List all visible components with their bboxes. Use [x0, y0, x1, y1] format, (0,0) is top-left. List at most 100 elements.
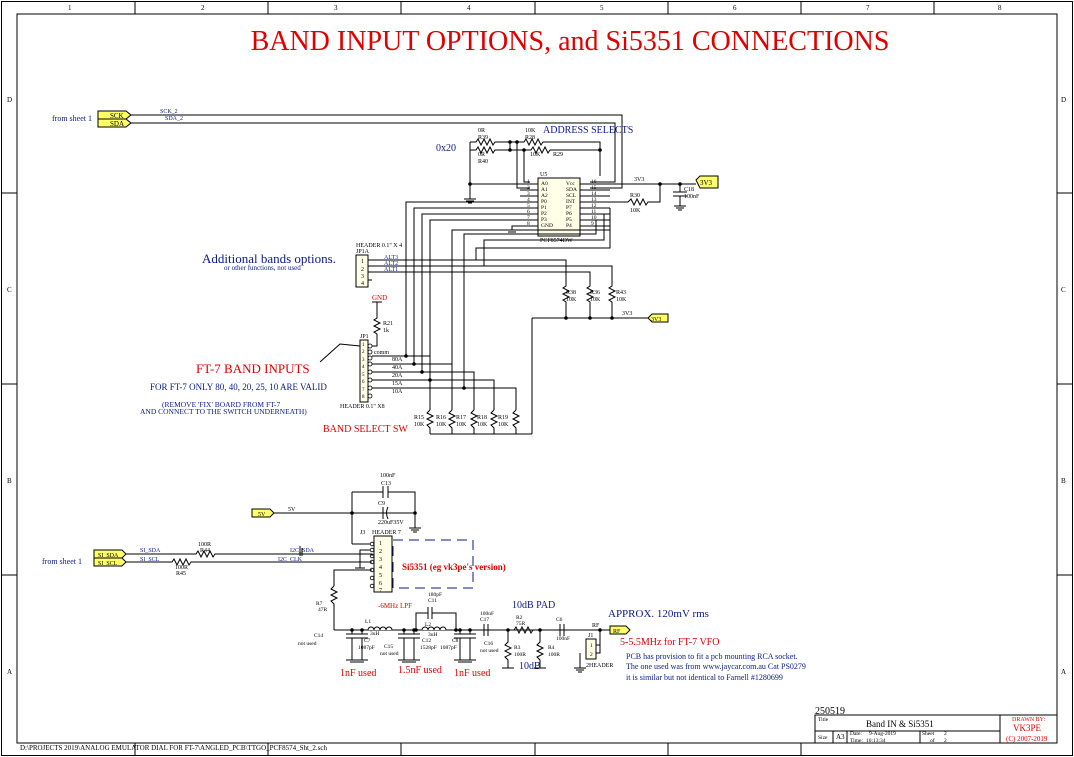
approx-label: APPROX. 120mV rms	[608, 608, 709, 620]
si-i2c-wires	[126, 546, 373, 567]
c13-value: 100nF	[380, 473, 396, 479]
time-label: Time:	[850, 738, 863, 744]
r3-ref: R3	[514, 645, 521, 651]
r43-value: 10K	[616, 297, 627, 303]
r38-value: 10K	[566, 297, 577, 303]
drawing-title: Band IN & Si5351	[866, 719, 934, 729]
sheet-label: Sheet	[922, 731, 935, 737]
svg-text:SI_SCL: SI_SCL	[98, 561, 118, 567]
net-sda2: SDA_2	[165, 116, 183, 122]
r38-ref: R38	[566, 290, 576, 296]
svg-text:U5: U5	[540, 172, 547, 178]
date-value: 9-Aug-2019	[869, 731, 896, 737]
lpf-label: -6MHz LPF	[378, 602, 412, 610]
port-3v3-mid: 3V3	[647, 313, 669, 323]
r19-ref: R19	[498, 415, 508, 421]
of-label: of	[930, 737, 935, 744]
schematic-drawing: 1 2 3 4 5 6 7 8 D C B A D C B A BAND INP…	[1, 1, 1073, 756]
address-selects-label: ADDRESS SELECTS	[543, 125, 633, 136]
jp1a-pin: 4	[361, 281, 364, 287]
size-label: Size	[818, 735, 828, 741]
c7-value: 1087pF	[358, 645, 375, 651]
svg-text:6: 6	[379, 581, 382, 587]
row-label: A	[1061, 668, 1066, 676]
c8-ref: C8	[452, 638, 459, 644]
r19-value: 10K	[498, 422, 509, 428]
schematic-sheet: { "title": "BAND INPUT OPTIONS, and Si53…	[0, 0, 1074, 757]
col-label: 6	[733, 4, 737, 12]
c12-value: 1528pF	[420, 645, 437, 651]
svg-text:4: 4	[379, 565, 382, 571]
row-label: C	[1061, 286, 1066, 294]
r21-ref: R21	[383, 321, 393, 327]
c9-value: 220uF35V	[378, 520, 404, 526]
net-si-sda: SI_SDA	[140, 548, 161, 554]
col-label: 2	[201, 4, 205, 12]
col-label: 1	[68, 4, 72, 12]
r44-ref: R44	[200, 548, 210, 554]
svg-text:RF: RF	[613, 629, 621, 635]
net-sck2: SCK_2	[160, 109, 178, 115]
net-3v3-mid: 3V3	[622, 311, 632, 317]
pad10-label: 10dB PAD	[512, 600, 555, 611]
r45-ref: R45	[176, 571, 186, 577]
row-label: A	[7, 668, 12, 676]
c8-value: 1087pF	[440, 645, 457, 651]
row-label: B	[1061, 477, 1066, 485]
r4-value: 100R	[548, 652, 560, 658]
jp1a-pin: 1	[361, 259, 364, 265]
r18-value: 10K	[477, 422, 488, 428]
r17-value: 10K	[456, 422, 467, 428]
l2-ref: L2	[425, 622, 431, 628]
file-path: D:\PROJECTS 2019\ANALOG EMULATOR DIAL FO…	[20, 744, 327, 752]
vfo-label: 5-5.5MHz for FT-7 VFO	[620, 637, 719, 648]
r43-ref: R43	[616, 290, 626, 296]
c11-value: 180pF	[428, 592, 442, 598]
row-label: D	[7, 96, 12, 104]
svg-text:GND: GND	[541, 223, 553, 229]
row-label: D	[1061, 96, 1066, 104]
net-40a: 40A	[392, 365, 403, 371]
row-label: B	[7, 477, 12, 485]
c12-ref: C12	[422, 638, 431, 644]
svg-text:1: 1	[590, 643, 593, 649]
pcb-note-2: The one used was from www.jaycar.com.au …	[626, 662, 806, 671]
from-sheet-1-si-label: from sheet 1	[42, 557, 82, 566]
l1-ref: L1	[365, 619, 371, 625]
net-rf: RF	[592, 623, 600, 629]
c15-ref: C15	[384, 644, 393, 650]
c18-value: 100nF	[684, 194, 700, 200]
c9-ref: C9	[378, 501, 385, 507]
sheet-title: BAND INPUT OPTIONS, and Si5351 CONNECTIO…	[251, 26, 890, 57]
r17-ref: R17	[456, 415, 466, 421]
r15-value: 10K	[414, 422, 425, 428]
c17-ref: C17	[480, 617, 489, 623]
svg-text:2HEADER: 2HEADER	[586, 663, 613, 669]
net-15a: 15A	[392, 381, 403, 387]
c16-value: not used	[480, 648, 499, 654]
j3-pins: 1 2 3 4 5 6 7	[379, 541, 382, 594]
port-3v3-top: 3V3	[695, 175, 719, 189]
other-functions-label: or other functions, not used	[224, 264, 301, 272]
c18-ref: C18	[684, 187, 694, 193]
cap-used-3: 1nF used	[454, 668, 490, 679]
r16-ref: R16	[436, 415, 446, 421]
from-sheet-1-label: from sheet 1	[52, 114, 92, 123]
port-5v: 5V	[251, 508, 275, 518]
gnd-label: GND	[372, 294, 387, 302]
net-80a: 80A	[392, 357, 403, 363]
r15-ref: R15	[414, 415, 424, 421]
svg-text:P4: P4	[566, 223, 572, 229]
c13-ref: C13	[381, 481, 391, 487]
r4-ref: R4	[548, 645, 555, 651]
net-3v3-top: 3V3	[634, 177, 644, 183]
drawn-by-value: VK3PE	[1013, 723, 1042, 733]
svg-text:J1: J1	[588, 633, 593, 639]
r36-value: 10K	[590, 297, 601, 303]
r28-value: 10K	[525, 128, 536, 134]
col-label: 8	[998, 4, 1002, 12]
r16-value: 10K	[436, 422, 447, 428]
net-alt1: ALT1	[384, 267, 398, 273]
jp1a-pin: 2	[361, 267, 364, 273]
c6-value: 100nF	[556, 636, 570, 642]
